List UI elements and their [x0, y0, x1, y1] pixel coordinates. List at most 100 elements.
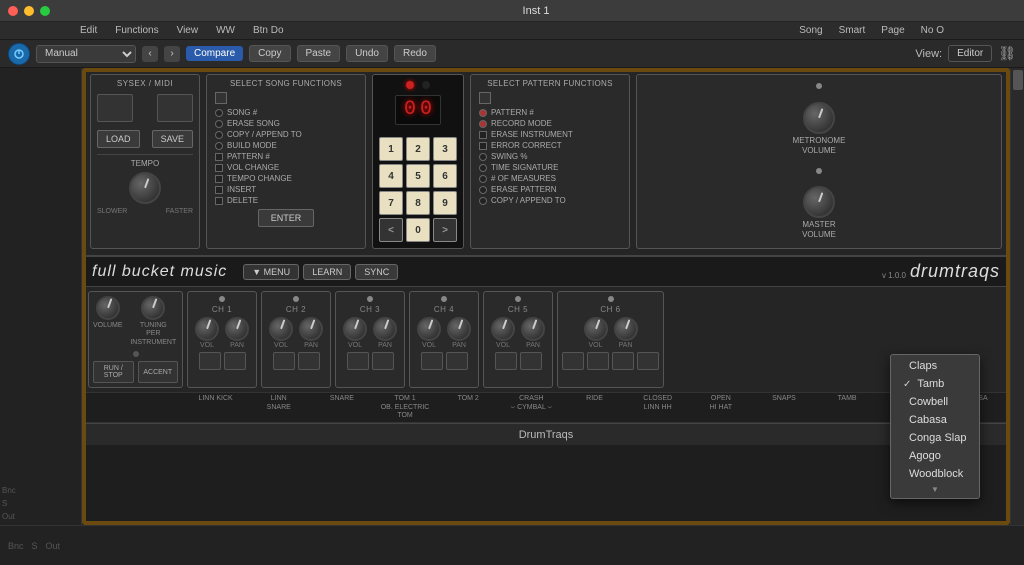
- dropdown-conga-slap[interactable]: Conga Slap: [891, 429, 979, 447]
- ch5-btn-2[interactable]: [520, 352, 542, 370]
- ch3-vol-knob[interactable]: [343, 317, 367, 341]
- ch2-btn-1[interactable]: [273, 352, 295, 370]
- ch1-pan-knob[interactable]: [225, 317, 249, 341]
- dropdown-cowbell[interactable]: Cowbell: [891, 393, 979, 411]
- dropdown-agogo[interactable]: Agogo: [891, 447, 979, 465]
- menu-dropdown-button[interactable]: ▼ MENU: [243, 264, 299, 280]
- power-button[interactable]: [8, 43, 30, 65]
- ch6-vol-knob[interactable]: [584, 317, 608, 341]
- key-5[interactable]: 5: [406, 164, 430, 188]
- redo-button[interactable]: Redo: [394, 45, 436, 62]
- key-2[interactable]: 2: [406, 137, 430, 161]
- radio-pattern-num[interactable]: [479, 109, 487, 117]
- key-6[interactable]: 6: [433, 164, 457, 188]
- key-3[interactable]: 3: [433, 137, 457, 161]
- ch4-pan-knob[interactable]: [447, 317, 471, 341]
- ch4-btn-1[interactable]: [421, 352, 443, 370]
- ch6-btn-4[interactable]: [637, 352, 659, 370]
- radio-erase-song[interactable]: [215, 120, 223, 128]
- menu-song[interactable]: Song: [799, 25, 822, 36]
- ch4-vol-knob[interactable]: [417, 317, 441, 341]
- ch6-btn-3[interactable]: [612, 352, 634, 370]
- chk-insert[interactable]: [215, 186, 223, 194]
- key-left[interactable]: <: [379, 218, 403, 242]
- minimize-button[interactable]: [24, 6, 34, 16]
- metro-volume-knob[interactable]: [803, 102, 835, 134]
- accent-button[interactable]: ACCENT: [138, 361, 179, 383]
- radio-copy-append[interactable]: [215, 131, 223, 139]
- ch5-vol-knob[interactable]: [491, 317, 515, 341]
- key-1[interactable]: 1: [379, 137, 403, 161]
- copy-button[interactable]: Copy: [249, 45, 290, 62]
- radio-num-measures[interactable]: [479, 175, 487, 183]
- key-9[interactable]: 9: [433, 191, 457, 215]
- ch6-btn-1[interactable]: [562, 352, 584, 370]
- chk-pattern-num[interactable]: [215, 153, 223, 161]
- chk-error-correct[interactable]: [479, 142, 487, 150]
- run-stop-button[interactable]: RUN / STOP: [93, 361, 134, 383]
- nav-forward-button[interactable]: ›: [164, 46, 180, 62]
- ch5-btn-1[interactable]: [495, 352, 517, 370]
- dropdown-cabasa[interactable]: Cabasa: [891, 411, 979, 429]
- key-7[interactable]: 7: [379, 191, 403, 215]
- menu-page[interactable]: Page: [881, 25, 904, 36]
- dropdown-woodblock[interactable]: Woodblock: [891, 465, 979, 483]
- chk-vol-change[interactable]: [215, 164, 223, 172]
- radio-swing[interactable]: [479, 153, 487, 161]
- menu-view[interactable]: View: [177, 25, 199, 36]
- nav-back-button[interactable]: ‹: [142, 46, 158, 62]
- radio-song-num[interactable]: [215, 109, 223, 117]
- menu-btn-do[interactable]: Btn Do: [253, 25, 284, 36]
- learn-button[interactable]: LEARN: [303, 264, 351, 280]
- key-4[interactable]: 4: [379, 164, 403, 188]
- chk-tempo-change[interactable]: [215, 175, 223, 183]
- key-0[interactable]: 0: [406, 218, 430, 242]
- master-volume-knob[interactable]: [803, 186, 835, 218]
- ch6-pan-knob[interactable]: [614, 317, 638, 341]
- ch3-btn-1[interactable]: [347, 352, 369, 370]
- tempo-knob[interactable]: [129, 172, 161, 204]
- ch4-btn-2[interactable]: [446, 352, 468, 370]
- menu-functions[interactable]: Functions: [115, 25, 158, 36]
- menu-smart[interactable]: Smart: [839, 25, 866, 36]
- ch1-vol-knob[interactable]: [195, 317, 219, 341]
- chain-icon[interactable]: ⛓: [998, 45, 1016, 62]
- chk-erase-inst[interactable]: [479, 131, 487, 139]
- ch2-pan-knob[interactable]: [299, 317, 323, 341]
- ch2-vol-knob[interactable]: [269, 317, 293, 341]
- radio-erase-pattern[interactable]: [479, 186, 487, 194]
- tuning-knob[interactable]: [141, 296, 165, 320]
- menu-edit[interactable]: Edit: [80, 25, 97, 36]
- radio-record-mode[interactable]: [479, 120, 487, 128]
- save-button[interactable]: SAVE: [152, 130, 193, 148]
- close-button[interactable]: [8, 6, 18, 16]
- ch1-btn-2[interactable]: [224, 352, 246, 370]
- chk-delete[interactable]: [215, 197, 223, 205]
- radio-time-sig[interactable]: [479, 164, 487, 172]
- menu-no-o[interactable]: No O: [921, 25, 944, 36]
- menu-ww[interactable]: WW: [216, 25, 235, 36]
- dropdown-claps[interactable]: Claps: [891, 357, 979, 375]
- ch3-btn-2[interactable]: [372, 352, 394, 370]
- dropdown-tamb[interactable]: ✓ Tamb: [891, 375, 979, 393]
- ch1-btn-1[interactable]: [199, 352, 221, 370]
- undo-button[interactable]: Undo: [346, 45, 388, 62]
- enter-button[interactable]: ENTER: [258, 209, 315, 227]
- volume-knob[interactable]: [96, 296, 120, 320]
- key-right[interactable]: >: [433, 218, 457, 242]
- paste-button[interactable]: Paste: [297, 45, 341, 62]
- sync-button[interactable]: SYNC: [355, 264, 398, 280]
- ch3-pan-knob[interactable]: [373, 317, 397, 341]
- editor-button[interactable]: Editor: [948, 45, 992, 62]
- right-scrollbar[interactable]: [1010, 68, 1024, 525]
- radio-copy-append-p[interactable]: [479, 197, 487, 205]
- key-8[interactable]: 8: [406, 191, 430, 215]
- maximize-button[interactable]: [40, 6, 50, 16]
- dropdown-scroll-down[interactable]: ▼: [891, 483, 979, 496]
- compare-button[interactable]: Compare: [186, 46, 243, 61]
- ch2-btn-2[interactable]: [298, 352, 320, 370]
- ch5-pan-knob[interactable]: [521, 317, 545, 341]
- ch6-btn-2[interactable]: [587, 352, 609, 370]
- load-button[interactable]: LOAD: [97, 130, 140, 148]
- manual-select[interactable]: Manual: [36, 45, 136, 63]
